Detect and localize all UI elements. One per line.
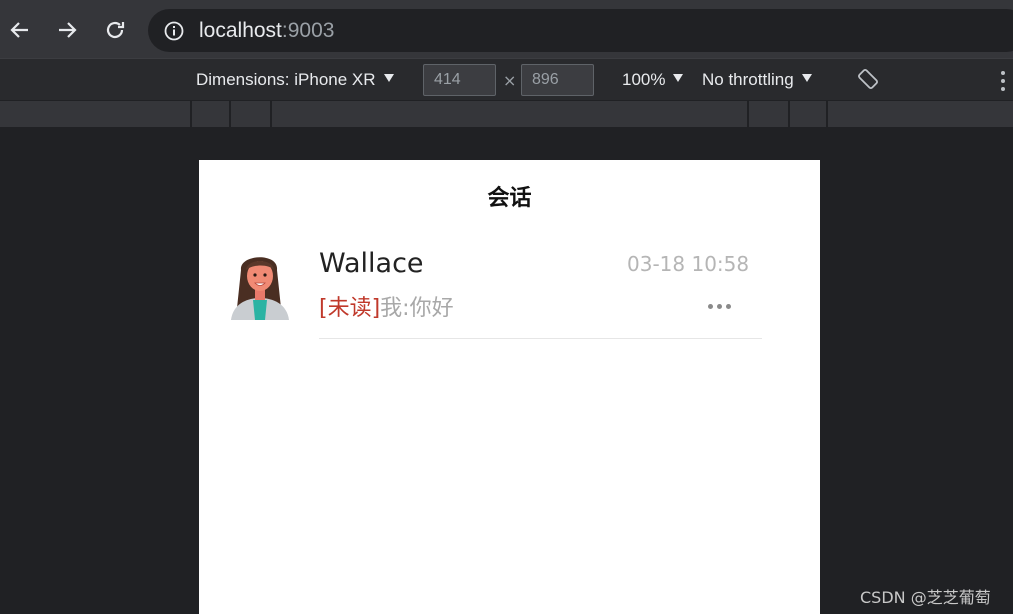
last-message: 我:你好 — [380, 296, 454, 321]
back-icon[interactable] — [4, 14, 36, 46]
watermark: CSDN @芝芝葡萄 — [860, 588, 991, 607]
address-bar[interactable]: localhost:9003 — [148, 9, 1013, 52]
url-host: localhost — [199, 19, 282, 42]
message-time: 03-18 10:58 — [627, 252, 750, 276]
width-input[interactable]: 414 — [423, 64, 496, 96]
media-query-bar[interactable] — [0, 101, 1013, 127]
unread-tag: [未读] — [319, 296, 381, 321]
chevron-down-icon — [383, 74, 394, 82]
message-preview: [未读]我:你好 — [319, 290, 454, 322]
zoom-dropdown[interactable]: 100% — [622, 70, 684, 90]
site-info-icon[interactable] — [164, 21, 184, 41]
contact-name: Wallace — [319, 248, 424, 279]
browser-toolbar: localhost:9003 — [0, 0, 1013, 58]
throttling-label: No throttling — [702, 70, 794, 89]
throttling-dropdown[interactable]: No throttling — [702, 70, 812, 90]
rotate-icon[interactable] — [857, 68, 879, 94]
zoom-label: 100% — [622, 70, 666, 89]
forward-icon[interactable] — [51, 14, 83, 46]
chevron-down-icon — [673, 74, 684, 82]
dimensions-dropdown[interactable]: Dimensions: iPhone XR — [196, 70, 394, 90]
dimensions-label: Dimensions: iPhone XR — [196, 70, 376, 89]
divider — [319, 338, 762, 339]
more-options-icon[interactable] — [1001, 71, 1007, 93]
url-port: :9003 — [281, 19, 335, 42]
reload-icon[interactable] — [99, 14, 131, 46]
page-title: 会话 — [487, 186, 532, 211]
url-text[interactable]: localhost:9003 — [199, 18, 334, 44]
device-toolbar: Dimensions: iPhone XR 414 × 896 100% No … — [0, 58, 1013, 100]
height-input[interactable]: 896 — [521, 64, 594, 96]
conversation-item[interactable]: Wallace 03-18 10:58 [未读]我:你好 — [199, 240, 820, 340]
device-viewport: 会话 Wallace 03-18 10:58 [未读]我:你好 — [199, 160, 820, 614]
more-icon[interactable] — [708, 304, 732, 312]
chevron-down-icon — [801, 74, 812, 82]
avatar — [227, 248, 293, 320]
times-separator: × — [503, 71, 517, 90]
